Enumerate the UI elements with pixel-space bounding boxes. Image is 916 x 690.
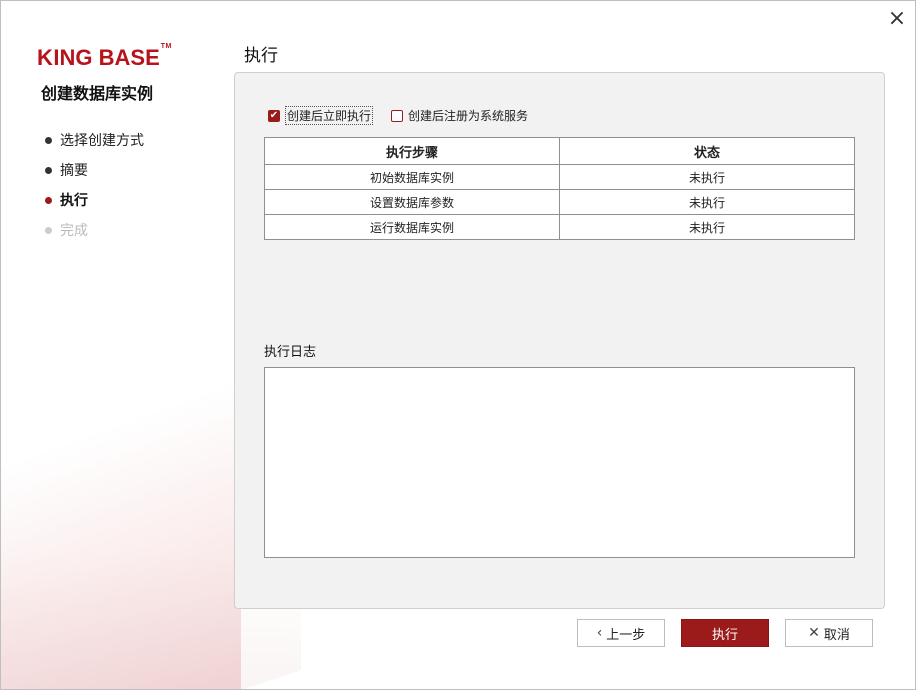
table-row[interactable]: 初始数据库实例 未执行	[264, 164, 855, 190]
cancel-button[interactable]: ✕ 取消	[785, 619, 873, 647]
run-button-label: 执行	[711, 627, 738, 643]
run-button[interactable]: 执行	[681, 619, 769, 647]
log-label: 执行日志	[264, 345, 317, 360]
execution-steps-table: 执行步骤 状态 初始数据库实例 未执行 设置数据库参数 未执行 运行数据库实例 …	[264, 137, 855, 240]
step-label: 完成	[60, 223, 88, 239]
table-row[interactable]: 设置数据库参数 未执行	[264, 189, 855, 215]
status-cell: 未执行	[559, 214, 855, 240]
checkbox-unchecked-icon[interactable]	[391, 109, 404, 122]
checkbox-checked-icon[interactable]: ✔	[268, 109, 280, 122]
step-item-finish: 完成	[45, 215, 144, 245]
step-bullet-icon	[45, 226, 52, 234]
step-cell: 初始数据库实例	[264, 164, 560, 190]
step-cell: 运行数据库实例	[264, 214, 560, 240]
status-cell: 未执行	[559, 189, 855, 215]
chevron-left-icon: ‹	[596, 625, 603, 641]
step-bullet-icon	[45, 166, 52, 174]
installer-window: × KING BASETM 创建数据库实例 选择创建方式 摘要 执行 完成 执行…	[0, 0, 916, 690]
step-item-execute: 执行	[45, 185, 144, 215]
execution-options: ✔ 创建后立即执行 创建后注册为系统服务	[268, 106, 546, 125]
logo-tm: TM	[160, 43, 172, 50]
step-bullet-icon	[45, 196, 52, 204]
column-header-status: 状态	[559, 137, 855, 165]
status-cell: 未执行	[559, 164, 855, 190]
prev-button[interactable]: ‹ 上一步	[577, 619, 665, 647]
run-after-create-checkbox[interactable]: ✔ 创建后立即执行	[268, 106, 374, 125]
sidebar-background	[1, 1, 241, 689]
table-header-row: 执行步骤 状态	[264, 137, 855, 165]
table-row[interactable]: 运行数据库实例 未执行	[264, 214, 855, 240]
execution-log-textarea[interactable]	[264, 367, 855, 558]
step-label: 执行	[60, 193, 88, 209]
close-icon[interactable]: ×	[887, 8, 907, 30]
wizard-title: 创建数据库实例	[41, 84, 154, 103]
register-service-label[interactable]: 创建后注册为系统服务	[408, 107, 528, 124]
step-item-choose-method: 选择创建方式	[45, 125, 144, 155]
step-label: 摘要	[60, 163, 88, 179]
page-title: 执行	[244, 46, 278, 66]
close-icon: ✕	[808, 625, 820, 641]
logo-text: KING BASE	[37, 45, 160, 70]
step-label: 选择创建方式	[60, 133, 144, 149]
run-after-create-label[interactable]: 创建后立即执行	[285, 106, 374, 125]
register-service-checkbox[interactable]: 创建后注册为系统服务	[391, 107, 528, 124]
step-cell: 设置数据库参数	[264, 189, 560, 215]
step-bullet-icon	[45, 136, 52, 144]
column-header-step: 执行步骤	[264, 137, 560, 165]
step-item-summary: 摘要	[45, 155, 144, 185]
step-list: 选择创建方式 摘要 执行 完成	[45, 125, 144, 245]
kingbase-logo: KING BASETM	[37, 43, 172, 70]
prev-button-label: 上一步	[606, 627, 646, 643]
cancel-button-label: 取消	[823, 627, 850, 643]
